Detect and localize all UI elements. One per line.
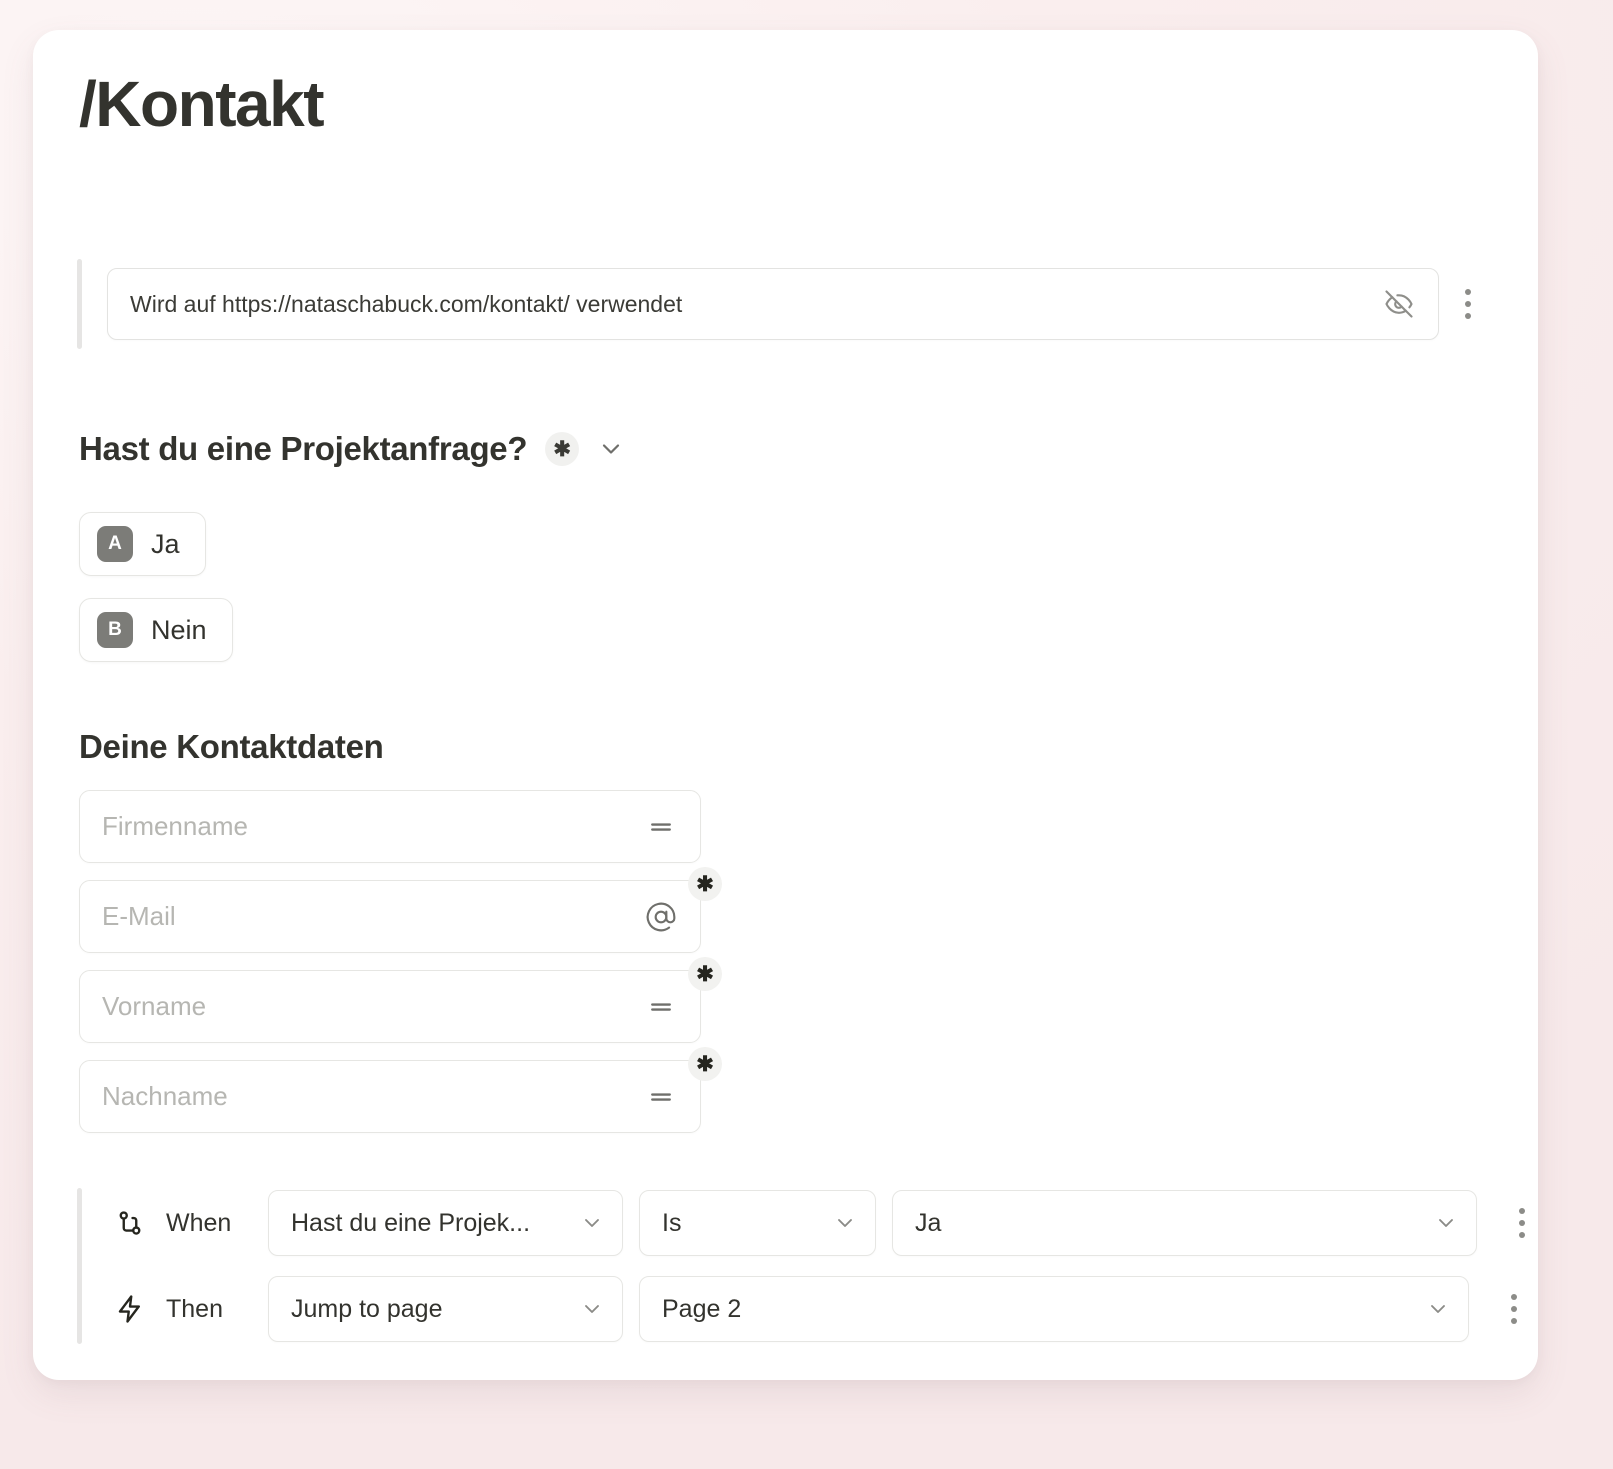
logic-then-action-value: Jump to page [291, 1294, 443, 1323]
nachname-placeholder: Nachname [102, 1081, 228, 1111]
firmenname-field[interactable]: Firmenname [79, 790, 701, 863]
url-description-input[interactable]: Wird auf https://nataschabuck.com/kontak… [107, 268, 1439, 340]
field-vorname-wrap: Vorname ✱ [79, 957, 722, 1043]
logic-then-menu-button[interactable] [1495, 1278, 1533, 1340]
more-vertical-icon [1519, 1232, 1525, 1238]
logic-then-action-select[interactable]: Jump to page [268, 1276, 623, 1342]
eye-off-icon[interactable] [1382, 287, 1416, 321]
vorname-field[interactable]: Vorname [79, 970, 701, 1043]
git-branch-icon [110, 1208, 150, 1238]
field-nachname-wrap: Nachname ✱ [79, 1047, 722, 1133]
question-options: A Ja B Nein [79, 512, 233, 684]
text-field-icon [644, 1080, 678, 1114]
email-field[interactable]: E-Mail [79, 880, 701, 953]
email-placeholder: E-Mail [102, 901, 176, 931]
logic-then-target-select[interactable]: Page 2 [639, 1276, 1469, 1342]
form-editor-card: /Kontakt Wird auf https://nataschabuck.c… [33, 30, 1538, 1380]
nachname-field[interactable]: Nachname [79, 1060, 701, 1133]
question-label: Hast du eine Projektanfrage? [79, 430, 528, 467]
logic-when-value-select[interactable]: Ja [892, 1190, 1477, 1256]
logic-then-row: Then Jump to page Page 2 [110, 1266, 1538, 1352]
lightning-bolt-icon [110, 1294, 150, 1324]
vorname-placeholder: Vorname [102, 991, 207, 1021]
chevron-down-icon [833, 1211, 857, 1235]
logic-when-row: When Hast du eine Projek... Is Ja [110, 1180, 1538, 1266]
logic-when-operator-select[interactable]: Is [639, 1190, 876, 1256]
logic-when-subject-select[interactable]: Hast du eine Projek... [268, 1190, 623, 1256]
required-badge: ✱ [688, 957, 722, 991]
firmenname-placeholder: Firmenname [102, 811, 248, 841]
field-email-wrap: E-Mail ✱ [79, 867, 722, 953]
required-badge: ✱ [545, 432, 580, 466]
block-accent-bar [77, 1188, 82, 1344]
more-vertical-icon [1511, 1294, 1517, 1300]
logic-when-subject-value: Hast du eine Projek... [291, 1208, 531, 1237]
more-vertical-icon [1465, 313, 1471, 319]
more-vertical-icon [1465, 301, 1471, 307]
option-key-badge: B [97, 612, 133, 648]
chevron-down-icon [580, 1211, 604, 1235]
contact-fields: Firmenname E-Mail ✱ Vorname ✱ Nachname ✱ [79, 790, 722, 1150]
logic-when-value-value: Ja [915, 1208, 942, 1237]
question-header: Hast du eine Projektanfrage? ✱ [79, 430, 625, 468]
block-accent-bar [77, 259, 82, 349]
chevron-down-icon[interactable] [597, 435, 625, 463]
logic-when-operator-value: Is [662, 1208, 682, 1237]
url-description-row: Wird auf https://nataschabuck.com/kontak… [77, 256, 1487, 352]
url-row-menu-button[interactable] [1449, 274, 1487, 334]
logic-rows: When Hast du eine Projek... Is Ja Then J… [110, 1180, 1538, 1352]
option-chip-b[interactable]: B Nein [79, 598, 233, 662]
page-title: /Kontakt [79, 68, 325, 140]
more-vertical-icon [1511, 1318, 1517, 1324]
more-vertical-icon [1519, 1220, 1525, 1226]
required-badge: ✱ [688, 1047, 722, 1081]
text-field-icon [644, 990, 678, 1024]
logic-when-menu-button[interactable] [1503, 1192, 1538, 1254]
logic-then-label: Then [166, 1294, 223, 1323]
required-badge: ✱ [688, 867, 722, 901]
at-sign-icon [644, 900, 678, 934]
field-firmenname-wrap: Firmenname [79, 790, 701, 863]
url-description-text: Wird auf https://nataschabuck.com/kontak… [130, 290, 683, 317]
text-field-icon [644, 810, 678, 844]
option-label: Nein [151, 614, 207, 645]
conditional-logic-block: When Hast du eine Projek... Is Ja Then J… [77, 1180, 1525, 1352]
option-label: Ja [151, 528, 180, 559]
more-vertical-icon [1465, 289, 1471, 295]
chevron-down-icon [1434, 1211, 1458, 1235]
chevron-down-icon [580, 1297, 604, 1321]
logic-then-target-value: Page 2 [662, 1294, 742, 1323]
more-vertical-icon [1519, 1208, 1525, 1214]
option-key-badge: A [97, 526, 133, 562]
more-vertical-icon [1511, 1306, 1517, 1312]
option-chip-a[interactable]: A Ja [79, 512, 206, 576]
logic-when-label: When [166, 1208, 232, 1237]
contact-section-heading: Deine Kontaktdaten [79, 728, 384, 765]
chevron-down-icon [1426, 1297, 1450, 1321]
